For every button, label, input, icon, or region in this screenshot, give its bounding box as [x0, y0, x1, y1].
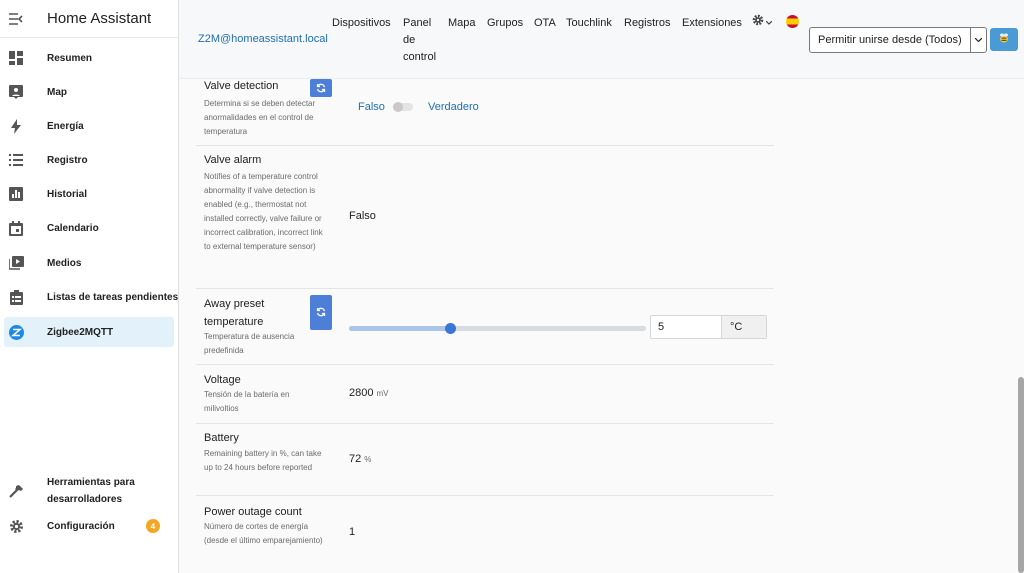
valve-detection-switch[interactable] — [393, 102, 413, 112]
setting-title: Valve detection — [204, 80, 279, 92]
setting-description: Tensión de la batería en milivoltios — [204, 390, 290, 413]
settings-dropdown[interactable] — [752, 14, 773, 29]
nav-registros[interactable]: Registros — [624, 15, 670, 32]
toggle-true-label[interactable]: Verdadero — [428, 101, 479, 113]
format-list-icon — [6, 150, 26, 170]
sidebar-item-calendario[interactable]: Calendario — [0, 213, 178, 243]
temperature-unit: °C — [721, 316, 766, 338]
map-icon — [6, 82, 26, 102]
lightning-bolt-icon — [6, 116, 26, 136]
setting-title: Away preset temperature — [204, 298, 265, 328]
sidebar-item-label: Zigbee2MQTT — [47, 326, 114, 338]
sidebar-item-label: Map — [47, 86, 67, 98]
toggle-false-label[interactable]: Falso — [358, 101, 385, 113]
chart-box-icon — [6, 184, 26, 204]
sidebar: Home Assistant Resumen Map Energía Regis… — [0, 0, 179, 573]
permit-join-label: Permitir unirse desde (Todos) — [818, 34, 962, 46]
dashboard-icon — [6, 48, 26, 68]
sidebar-item-registro[interactable]: Registro — [0, 145, 178, 175]
spain-flag-icon[interactable] — [786, 15, 799, 28]
sidebar-item-label: Configuración — [47, 520, 115, 532]
clipboard-list-icon — [6, 287, 26, 307]
setting-value: 2800 mV — [349, 387, 388, 399]
menu-icon[interactable] — [1, 12, 31, 25]
row-valve-alarm: Valve alarm Notifies of a temperature co… — [196, 146, 774, 289]
play-box-icon — [6, 253, 26, 273]
setting-value: 1 — [349, 526, 356, 538]
sidebar-item-zigbee2mqtt[interactable]: Zigbee2MQTT — [4, 317, 174, 347]
battery-unit: % — [364, 455, 372, 464]
setting-value: Falso — [349, 210, 376, 222]
sidebar-header: Home Assistant — [0, 0, 178, 38]
zigbee-icon — [6, 322, 26, 342]
chevron-down-icon — [765, 16, 773, 28]
bee-icon — [998, 32, 1010, 47]
nav-mapa[interactable]: Mapa — [448, 15, 476, 32]
device-link[interactable]: Z2M@homeassistant.local — [198, 33, 328, 45]
app-title: Home Assistant — [47, 10, 152, 27]
sidebar-item-label: Calendario — [47, 222, 99, 234]
sidebar-item-label: Herramientas para desarrolladores — [47, 477, 135, 505]
sidebar-item-historial[interactable]: Historial — [0, 179, 178, 209]
voltage-unit: mV — [376, 389, 389, 398]
temperature-slider[interactable] — [349, 323, 646, 334]
row-away-preset-temperature: Away preset temperature Temperatura de a… — [196, 289, 774, 365]
gear-icon — [752, 14, 764, 29]
cog-icon — [6, 516, 26, 536]
setting-description: Remaining battery in %, can take up to 2… — [204, 449, 322, 472]
row-valve-detection: Valve detection Determina si se deben de… — [196, 79, 774, 146]
calendar-icon — [6, 218, 26, 238]
setting-title: Battery — [204, 432, 239, 444]
row-battery: Battery Remaining battery in %, can take… — [196, 424, 774, 496]
top-bar: Z2M@homeassistant.local Dispositivos Pan… — [179, 0, 1024, 79]
voltage-value: 2800 — [349, 387, 374, 399]
nav-dispositivos[interactable]: Dispositivos — [332, 15, 391, 32]
chevron-down-icon[interactable] — [970, 28, 986, 52]
temperature-input[interactable]: 5 °C — [650, 315, 767, 339]
setting-value: 72% — [349, 453, 371, 465]
refresh-icon — [316, 305, 326, 320]
battery-value: 72 — [349, 453, 362, 465]
permit-join-dropdown[interactable]: Permitir unirse desde (Todos) — [809, 27, 987, 53]
sidebar-item-listas[interactable]: Listas de tareas pendientes — [0, 282, 179, 312]
nav-touchlink[interactable]: Touchlink — [566, 15, 612, 32]
sidebar-item-label: Energía — [47, 120, 84, 132]
sidebar-item-resumen[interactable]: Resumen — [0, 43, 178, 73]
row-power-outage-count: Power outage count Número de cortes de e… — [196, 496, 774, 573]
nav-panel-de-control[interactable]: Panel de control — [403, 15, 439, 66]
sidebar-item-label: Medios — [47, 257, 82, 269]
setting-description: Número de cortes de energía (desde el úl… — [204, 522, 323, 545]
sidebar-item-herramientas[interactable]: Herramientas para desarrolladores — [0, 474, 178, 508]
refresh-button[interactable] — [310, 79, 332, 97]
setting-title: Valve alarm — [204, 154, 262, 166]
sidebar-item-medios[interactable]: Medios — [0, 248, 178, 278]
sidebar-item-label: Resumen — [47, 52, 93, 64]
permit-join-button[interactable] — [990, 28, 1018, 51]
temperature-value[interactable]: 5 — [651, 316, 721, 338]
sidebar-item-label: Historial — [47, 188, 88, 200]
nav-ota[interactable]: OTA — [534, 15, 556, 32]
device-settings-panel: Valve detection Determina si se deben de… — [196, 79, 774, 573]
slider-thumb[interactable] — [444, 323, 456, 334]
setting-title: Power outage count — [204, 506, 302, 518]
setting-description: Notifies of a temperature control abnorm… — [204, 172, 323, 251]
refresh-icon — [316, 81, 326, 96]
hammer-icon — [6, 481, 26, 501]
sidebar-item-energia[interactable]: Energía — [0, 111, 178, 141]
sidebar-item-label: Registro — [47, 154, 88, 166]
slider-fill — [349, 326, 450, 331]
setting-description: Temperatura de ausencia predefinida — [204, 332, 295, 355]
nav-grupos[interactable]: Grupos — [487, 15, 523, 32]
row-voltage: Voltage Tensión de la batería en milivol… — [196, 365, 774, 424]
setting-description: Determina si se deben detectar anormalid… — [204, 99, 316, 136]
sidebar-item-label: Listas de tareas pendientes — [47, 291, 179, 303]
refresh-button[interactable] — [310, 295, 332, 330]
nav-extensiones[interactable]: Extensiones — [682, 15, 742, 32]
notification-badge: 4 — [146, 519, 160, 533]
switch-knob — [393, 102, 403, 112]
scrollbar[interactable] — [1018, 377, 1024, 573]
sidebar-item-configuracion[interactable]: Configuración 4 — [0, 511, 178, 541]
sidebar-item-map[interactable]: Map — [0, 77, 178, 107]
setting-title: Voltage — [204, 374, 241, 386]
